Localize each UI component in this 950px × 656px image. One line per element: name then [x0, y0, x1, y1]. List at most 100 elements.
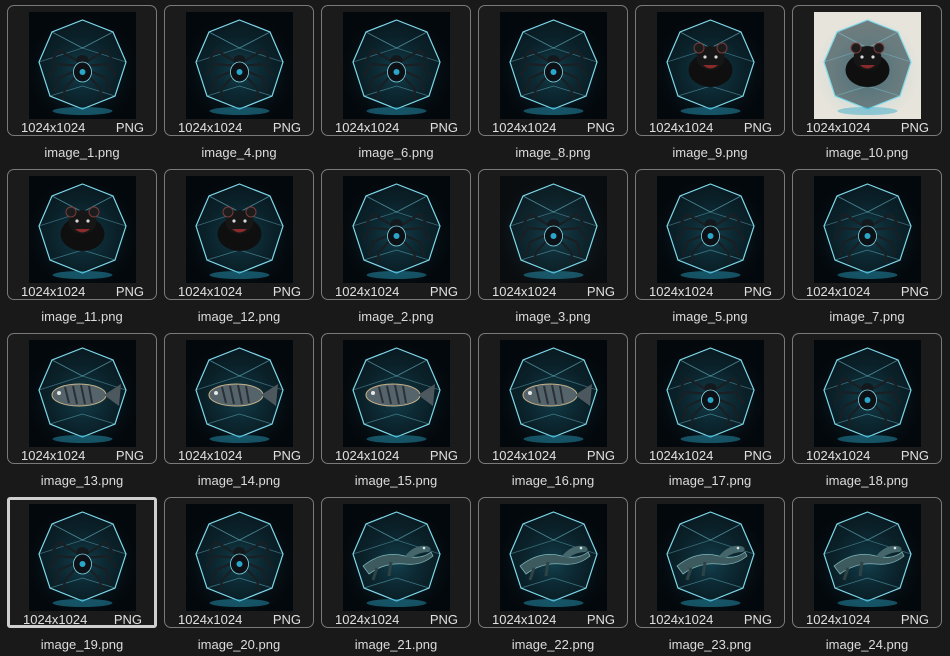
file-name[interactable]: image_7.png [792, 309, 942, 324]
thumbnail-card[interactable]: 1024x1024 PNG [7, 5, 157, 136]
thumbnail-image[interactable] [343, 12, 450, 119]
thumbnail-item[interactable]: 1024x1024 PNG image_15.png [321, 333, 478, 497]
thumbnail-card[interactable]: 1024x1024 PNG [7, 497, 157, 628]
thumbnail-item[interactable]: 1024x1024 PNG image_4.png [164, 5, 321, 169]
file-name[interactable]: image_11.png [7, 309, 157, 324]
thumbnail-image[interactable] [657, 340, 764, 447]
file-name[interactable]: image_20.png [164, 637, 314, 652]
thumbnail-image[interactable] [657, 504, 764, 611]
thumbnail-image[interactable] [814, 340, 921, 447]
thumbnail-item[interactable]: 1024x1024 PNG image_2.png [321, 169, 478, 333]
thumbnail-item[interactable]: 1024x1024 PNG image_19.png [7, 497, 164, 656]
thumbnail-image[interactable] [814, 176, 921, 283]
thumbnail-item[interactable]: 1024x1024 PNG image_8.png [478, 5, 635, 169]
thumbnail-item[interactable]: 1024x1024 PNG image_6.png [321, 5, 478, 169]
file-name[interactable]: image_1.png [7, 145, 157, 160]
thumbnail-card[interactable]: 1024x1024 PNG [792, 497, 942, 628]
thumbnail-image[interactable] [500, 504, 607, 611]
image-format: PNG [586, 448, 615, 463]
thumbnail-card[interactable]: 1024x1024 PNG [478, 497, 628, 628]
thumbnail-card[interactable]: 1024x1024 PNG [321, 497, 471, 628]
file-name[interactable]: image_19.png [7, 637, 157, 652]
thumbnail-item[interactable]: 1024x1024 PNG image_24.png [792, 497, 949, 656]
file-name[interactable]: image_4.png [164, 145, 314, 160]
thumbnail-card[interactable]: 1024x1024 PNG [478, 169, 628, 300]
thumbnail-card[interactable]: 1024x1024 PNG [792, 169, 942, 300]
file-name[interactable]: image_13.png [7, 473, 157, 488]
thumbnail-card[interactable]: 1024x1024 PNG [7, 169, 157, 300]
file-name[interactable]: image_2.png [321, 309, 471, 324]
file-name[interactable]: image_21.png [321, 637, 471, 652]
thumbnail-image[interactable] [186, 504, 293, 611]
thumbnail-card[interactable]: 1024x1024 PNG [635, 497, 785, 628]
thumbnail-card[interactable]: 1024x1024 PNG [635, 169, 785, 300]
thumbnail-image[interactable] [29, 176, 136, 283]
file-name[interactable]: image_16.png [478, 473, 628, 488]
thumbnail-item[interactable]: 1024x1024 PNG image_9.png [635, 5, 792, 169]
file-name[interactable]: image_22.png [478, 637, 628, 652]
thumbnail-image[interactable] [343, 340, 450, 447]
thumbnail-card[interactable]: 1024x1024 PNG [321, 169, 471, 300]
image-dimensions: 1024x1024 [335, 120, 400, 135]
thumbnail-item[interactable]: 1024x1024 PNG image_20.png [164, 497, 321, 656]
thumbnail-image[interactable] [657, 176, 764, 283]
file-name[interactable]: image_12.png [164, 309, 314, 324]
thumbnail-item[interactable]: 1024x1024 PNG image_10.png [792, 5, 949, 169]
file-name[interactable]: image_18.png [792, 473, 942, 488]
thumbnail-card[interactable]: 1024x1024 PNG [478, 333, 628, 464]
thumbnail-card[interactable]: 1024x1024 PNG [635, 333, 785, 464]
image-dimensions: 1024x1024 [178, 284, 243, 299]
thumbnail-item[interactable]: 1024x1024 PNG image_16.png [478, 333, 635, 497]
file-name[interactable]: image_9.png [635, 145, 785, 160]
file-name[interactable]: image_5.png [635, 309, 785, 324]
thumbnail-item[interactable]: 1024x1024 PNG image_21.png [321, 497, 478, 656]
thumbnail-image[interactable] [343, 176, 450, 283]
file-name[interactable]: image_8.png [478, 145, 628, 160]
thumbnail-card[interactable]: 1024x1024 PNG [164, 497, 314, 628]
thumbnail-image[interactable] [500, 176, 607, 283]
thumbnail-image[interactable] [500, 340, 607, 447]
thumbnail-card[interactable]: 1024x1024 PNG [164, 5, 314, 136]
thumbnail-image[interactable] [500, 12, 607, 119]
thumbnail-image[interactable] [186, 12, 293, 119]
thumbnail-item[interactable]: 1024x1024 PNG image_12.png [164, 169, 321, 333]
file-name[interactable]: image_14.png [164, 473, 314, 488]
thumbnail-image[interactable] [814, 504, 921, 611]
thumbnail-card[interactable]: 1024x1024 PNG [164, 333, 314, 464]
file-name[interactable]: image_17.png [635, 473, 785, 488]
thumbnail-image[interactable] [343, 504, 450, 611]
thumbnail-card[interactable]: 1024x1024 PNG [164, 169, 314, 300]
thumbnail-image[interactable] [186, 176, 293, 283]
file-name[interactable]: image_10.png [792, 145, 942, 160]
thumbnail-item[interactable]: 1024x1024 PNG image_18.png [792, 333, 949, 497]
file-name[interactable]: image_23.png [635, 637, 785, 652]
thumbnail-card[interactable]: 1024x1024 PNG [478, 5, 628, 136]
file-name[interactable]: image_3.png [478, 309, 628, 324]
thumbnail-image[interactable] [814, 12, 921, 119]
file-name[interactable]: image_15.png [321, 473, 471, 488]
thumbnail-image[interactable] [29, 340, 136, 447]
thumbnail-card[interactable]: 1024x1024 PNG [635, 5, 785, 136]
thumbnail-image[interactable] [29, 504, 136, 611]
thumbnail-item[interactable]: 1024x1024 PNG image_23.png [635, 497, 792, 656]
thumbnail-item[interactable]: 1024x1024 PNG image_13.png [7, 333, 164, 497]
thumbnail-item[interactable]: 1024x1024 PNG image_14.png [164, 333, 321, 497]
thumbnail-item[interactable]: 1024x1024 PNG image_5.png [635, 169, 792, 333]
thumbnail-card[interactable]: 1024x1024 PNG [321, 333, 471, 464]
thumbnail-item[interactable]: 1024x1024 PNG image_1.png [7, 5, 164, 169]
thumbnail-meta: 1024x1024 PNG [793, 283, 941, 299]
thumbnail-item[interactable]: 1024x1024 PNG image_17.png [635, 333, 792, 497]
file-name[interactable]: image_24.png [792, 637, 942, 652]
thumbnail-card[interactable]: 1024x1024 PNG [792, 333, 942, 464]
thumbnail-image[interactable] [657, 12, 764, 119]
thumbnail-item[interactable]: 1024x1024 PNG image_7.png [792, 169, 949, 333]
thumbnail-card[interactable]: 1024x1024 PNG [7, 333, 157, 464]
thumbnail-item[interactable]: 1024x1024 PNG image_3.png [478, 169, 635, 333]
thumbnail-item[interactable]: 1024x1024 PNG image_22.png [478, 497, 635, 656]
thumbnail-card[interactable]: 1024x1024 PNG [792, 5, 942, 136]
thumbnail-card[interactable]: 1024x1024 PNG [321, 5, 471, 136]
thumbnail-item[interactable]: 1024x1024 PNG image_11.png [7, 169, 164, 333]
thumbnail-image[interactable] [186, 340, 293, 447]
thumbnail-image[interactable] [29, 12, 136, 119]
file-name[interactable]: image_6.png [321, 145, 471, 160]
